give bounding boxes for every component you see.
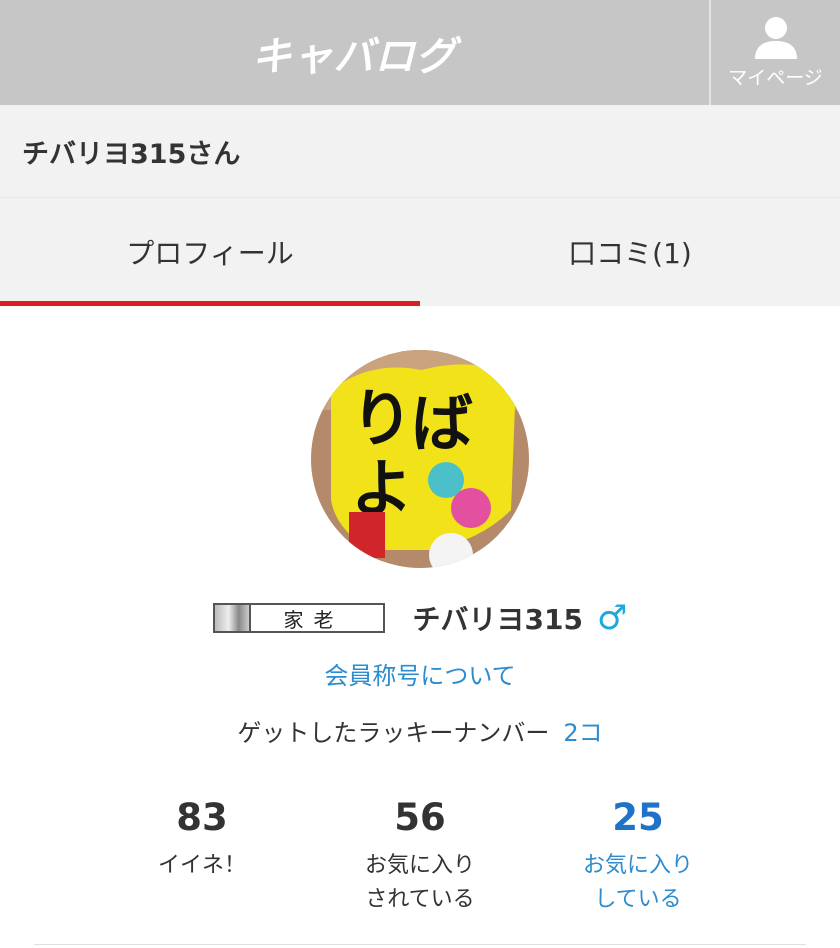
male-icon: ♂ — [596, 598, 628, 638]
user-name: チバリヨ315 ♂ — [413, 598, 628, 638]
site-logo[interactable]: キャバログ — [0, 0, 708, 105]
user-name-row: 家老 チバリヨ315 ♂ — [0, 598, 840, 638]
stat-likes: 83 イイネ！ — [93, 796, 311, 917]
rank-label: 家老 — [283, 607, 344, 632]
avatar: り ば よ — [311, 350, 529, 568]
mypage-label: マイページ — [728, 67, 823, 89]
stat-label: お気に入り されている — [364, 853, 475, 912]
divider — [34, 944, 806, 945]
user-name-text: チバリヨ315 — [412, 603, 583, 636]
rank-badge: 家老 — [212, 603, 385, 633]
lucky-number-row: ゲットしたラッキーナンバー 2コ — [0, 713, 840, 748]
stat-favorited: 56 お気に入り されている — [311, 796, 529, 917]
stat-favoriting[interactable]: 25 お気に入り している — [529, 796, 747, 917]
page-title: チバリヨ315さん — [0, 105, 840, 197]
tab-reviews[interactable]: 口コミ(1) — [420, 198, 840, 306]
person-icon — [754, 17, 797, 59]
app-header: キャバログ マイページ — [0, 0, 840, 105]
stats-row: 83 イイネ！ 56 お気に入り されている 25 お気に入り している — [0, 796, 840, 917]
profile-tabs: プロフィール 口コミ(1) — [0, 197, 840, 306]
stat-value[interactable]: 25 — [529, 796, 747, 839]
stat-label[interactable]: お気に入り している — [529, 849, 747, 917]
stat-label: イイネ！ — [157, 853, 246, 878]
avatar-image: り ば よ — [311, 350, 529, 568]
stat-value: 56 — [394, 796, 446, 839]
lucky-number-count[interactable]: 2コ — [563, 719, 602, 747]
lucky-number-label: ゲットしたラッキーナンバー — [237, 719, 550, 747]
svg-text:り: り — [351, 382, 413, 455]
stat-value: 83 — [176, 796, 228, 839]
tab-profile[interactable]: プロフィール — [0, 198, 420, 306]
member-title-link[interactable]: 会員称号について — [0, 656, 840, 691]
svg-text:ば: ば — [411, 387, 473, 460]
mypage-button[interactable]: マイページ — [709, 0, 840, 105]
